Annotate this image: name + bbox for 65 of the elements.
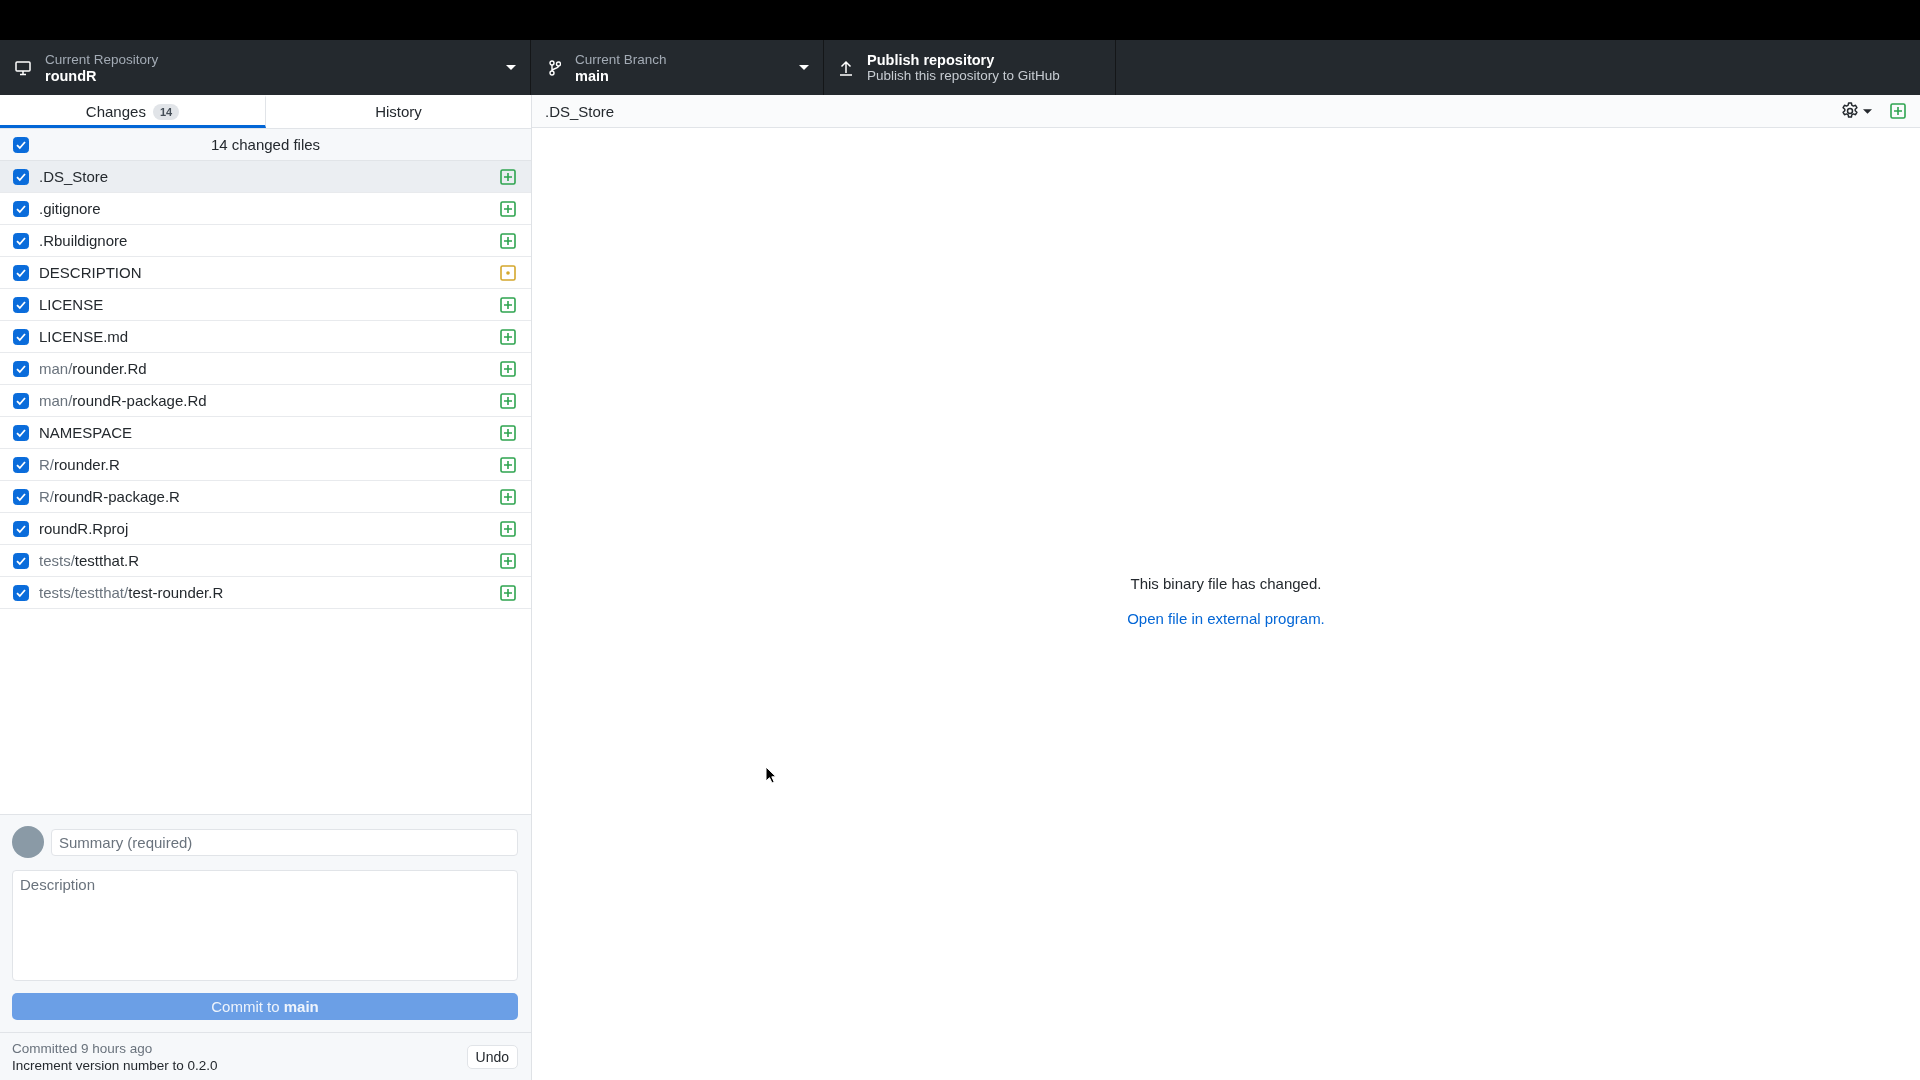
checkbox[interactable] bbox=[13, 168, 29, 185]
plus-square-icon bbox=[500, 392, 516, 409]
tab[interactable]: Changes 14 bbox=[0, 95, 266, 128]
file-path: .gitignore bbox=[39, 200, 101, 217]
plus-square-icon bbox=[500, 328, 516, 345]
file-path: tests/testthat.R bbox=[39, 552, 140, 569]
changed-files-count: 14 changed files bbox=[209, 136, 322, 153]
plus-square-icon bbox=[500, 456, 516, 473]
file-path: LICENSE bbox=[39, 296, 104, 313]
commit-message: Increment version number to 0.2.0 bbox=[12, 1056, 218, 1074]
file-path: R/rounder.R bbox=[39, 456, 120, 473]
plus-square-icon bbox=[500, 488, 516, 505]
plus-square-icon bbox=[500, 168, 516, 185]
checkbox[interactable] bbox=[13, 136, 29, 153]
checkbox[interactable] bbox=[13, 264, 29, 281]
settings-icon bbox=[1841, 102, 1859, 120]
file-path: .Rbuildignore bbox=[39, 232, 128, 249]
description-field[interactable]: Description bbox=[12, 870, 518, 981]
file-path: .DS_Store bbox=[39, 168, 109, 185]
checkbox[interactable] bbox=[13, 232, 29, 249]
mouse-pointer-icon bbox=[765, 766, 777, 784]
plus-square-icon bbox=[500, 424, 516, 441]
avatar bbox=[12, 826, 44, 858]
checkbox[interactable] bbox=[13, 360, 29, 377]
plus-square-icon bbox=[500, 232, 516, 249]
file-path: R/roundR-package.R bbox=[39, 488, 180, 505]
settings-button[interactable] bbox=[1841, 102, 1872, 120]
caret-icon bbox=[506, 65, 516, 70]
caret-icon bbox=[799, 65, 809, 70]
upload-icon bbox=[839, 59, 853, 76]
file-path: NAMESPACE bbox=[39, 424, 133, 441]
plus-square-icon bbox=[500, 584, 516, 601]
summary-field[interactable]: Summary (required) bbox=[51, 828, 518, 856]
checkbox[interactable] bbox=[13, 328, 29, 345]
plus-square-icon bbox=[500, 360, 516, 377]
file-list-item[interactable]: .DS_Store bbox=[0, 161, 531, 193]
checkbox[interactable] bbox=[13, 200, 29, 217]
binary-file-message: This binary file has changed. bbox=[1130, 575, 1322, 592]
checkbox[interactable] bbox=[13, 456, 29, 473]
checkbox[interactable] bbox=[13, 424, 29, 441]
count-badge: 14 bbox=[152, 103, 180, 120]
open-external-link[interactable]: Open file in external program. bbox=[1127, 610, 1325, 627]
plus-square-icon bbox=[500, 552, 516, 569]
checkbox[interactable] bbox=[13, 552, 29, 569]
checkbox[interactable] bbox=[13, 488, 29, 505]
file-path: man/rounder.Rd bbox=[39, 360, 147, 377]
monitor-icon bbox=[15, 59, 31, 76]
file-path: DESCRIPTION bbox=[39, 264, 142, 281]
caret-icon bbox=[1863, 108, 1872, 114]
plus-square-icon bbox=[500, 520, 516, 537]
checkbox[interactable] bbox=[13, 584, 29, 601]
file-name: .DS_Store bbox=[545, 102, 615, 120]
plus-square-icon bbox=[500, 200, 516, 217]
checkbox[interactable] bbox=[13, 296, 29, 313]
file-path: tests/testthat/test-rounder.R bbox=[39, 584, 224, 601]
file-path: roundR.Rproj bbox=[39, 520, 129, 537]
checkbox[interactable] bbox=[13, 520, 29, 537]
undo-button[interactable]: Undo bbox=[466, 1044, 518, 1069]
branch-icon bbox=[549, 59, 561, 76]
checkbox[interactable] bbox=[13, 392, 29, 409]
file-path: man/roundR-package.Rd bbox=[39, 392, 207, 409]
file-path: LICENSE.md bbox=[39, 328, 129, 345]
commit-time: Committed 9 hours ago bbox=[12, 1039, 154, 1057]
dot-square-icon bbox=[500, 264, 516, 281]
plus-square-icon bbox=[500, 296, 516, 313]
